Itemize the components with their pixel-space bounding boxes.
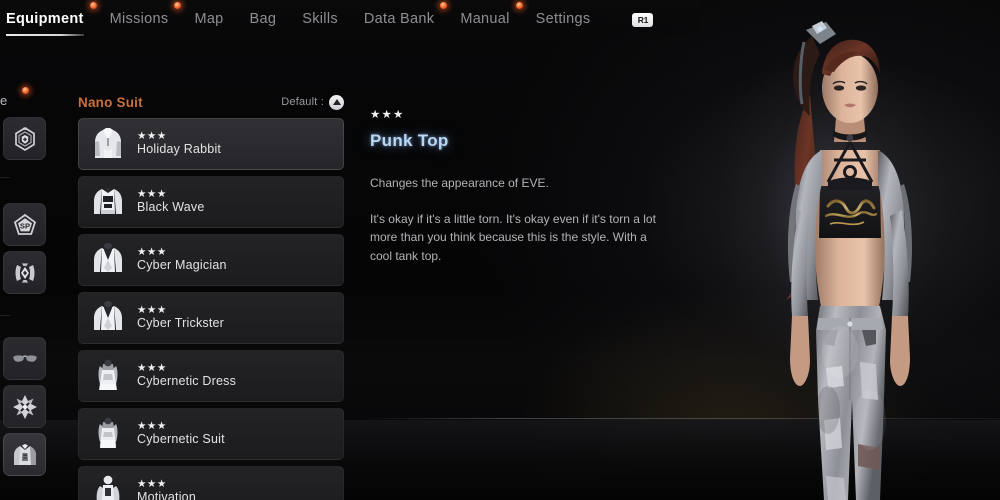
tab-missions-label: Missions: [109, 11, 169, 27]
list-item[interactable]: ★★★ Black Wave: [78, 176, 344, 228]
rail-item-nano-core[interactable]: [3, 117, 46, 160]
shoulder-button-r1[interactable]: R1: [632, 13, 654, 27]
character-model-eve: [786, 21, 912, 500]
suit-cybernetic-suit-icon: [89, 414, 127, 454]
tab-active-underline: [6, 34, 84, 36]
default-label: Default :: [281, 96, 324, 108]
rail-cut-label: e: [0, 87, 30, 108]
list-item[interactable]: ★★★ Cybernetic Dress: [78, 350, 344, 402]
list-item-body: ★★★ Cybernetic Dress: [137, 363, 236, 388]
tab-data-bank-badge: [440, 2, 448, 9]
detail-description: It's okay if it's a little torn. It's ok…: [370, 211, 656, 264]
rarity-stars: ★★★: [137, 130, 167, 143]
suit-motivation-icon: [89, 472, 127, 500]
list-item-name: Cybernetic Dress: [137, 373, 237, 388]
tab-manual-badge: [515, 2, 523, 9]
list-item-name: Holiday Rabbit: [137, 141, 222, 156]
list-item[interactable]: ★★★ Cyber Magician: [78, 234, 344, 286]
tab-manual-label: Manual: [460, 11, 510, 27]
list-header: Nano Suit Default :: [78, 92, 344, 112]
list-item-name: Cyber Trickster: [137, 315, 225, 330]
tab-manual[interactable]: Manual: [460, 2, 523, 29]
rail-item-exospine[interactable]: [3, 251, 46, 294]
rarity-stars: ★★★: [137, 478, 167, 491]
list-item[interactable]: ★★★ Cyber Trickster: [78, 292, 344, 344]
list-item-name: Motivation: [137, 489, 196, 500]
suit-cyber-trickster-icon: [89, 298, 127, 338]
equipment-screen: Equipment Missions Map Bag Skills Data B…: [0, 0, 1000, 500]
tab-settings[interactable]: Settings: [536, 11, 591, 29]
tab-map[interactable]: Map: [194, 11, 223, 29]
rail-divider-2: [0, 315, 10, 316]
list-item-body: ★★★ Cyber Magician: [137, 247, 227, 272]
category-rail: e SP: [0, 85, 56, 500]
list-title: Nano Suit: [78, 94, 143, 110]
list-item-name: Cyber Magician: [137, 257, 227, 272]
rail-item-nano-suit[interactable]: [3, 433, 46, 476]
list-item[interactable]: ★★★ Motivation: [78, 466, 344, 500]
rail-item-sp[interactable]: SP: [3, 203, 46, 246]
rail-item-glasses[interactable]: [3, 337, 46, 380]
nano-suit-icon: [13, 443, 36, 465]
detail-rarity-stars: ★★★: [370, 109, 405, 121]
list-item-body: ★★★ Cyber Trickster: [137, 305, 224, 330]
glasses-icon: [12, 354, 37, 362]
exospine-icon: [15, 262, 34, 283]
rail-cut-label-text: e: [0, 93, 8, 108]
triangle-button-icon[interactable]: [329, 94, 344, 110]
rarity-stars: ★★★: [137, 304, 167, 317]
list-item-name: Black Wave: [137, 199, 205, 214]
tab-missions-badge: [174, 2, 182, 9]
tab-skills[interactable]: Skills: [302, 11, 338, 29]
list-item-body: ★★★ Motivation: [137, 479, 196, 500]
rail-divider-1: [0, 177, 10, 178]
tab-bag-label: Bag: [249, 11, 277, 27]
rail-cut-label-badge: [22, 87, 30, 94]
tab-missions[interactable]: Missions: [109, 2, 182, 29]
detail-subtitle: Changes the appearance of EVE.: [370, 175, 549, 190]
list-item[interactable]: ★★★ Holiday Rabbit: [78, 118, 344, 170]
nano-suit-list-panel: Nano Suit Default : ★★★ Holiday Rabbit ★…: [78, 92, 344, 500]
rarity-stars: ★★★: [137, 188, 167, 201]
suit-cybernetic-dress-icon: [89, 356, 127, 396]
list-scroll-area[interactable]: ★★★ Holiday Rabbit ★★★ Black Wave ★★★ Cy…: [78, 118, 344, 500]
tab-equipment[interactable]: Equipment: [6, 2, 97, 36]
tab-settings-label: Settings: [535, 11, 591, 27]
sp-emblem-icon: SP: [13, 213, 36, 235]
tab-bag[interactable]: Bag: [250, 11, 277, 29]
list-item[interactable]: ★★★ Cybernetic Suit: [78, 408, 344, 460]
list-item-body: ★★★ Holiday Rabbit: [137, 131, 221, 156]
wing-emblem-icon: [12, 394, 37, 419]
character-preview: [700, 0, 1000, 500]
detail-item-title: Punk Top: [370, 130, 449, 150]
rarity-stars: ★★★: [137, 362, 167, 375]
suit-black-wave-icon: [89, 182, 127, 222]
rail-item-wing-emblem[interactable]: [3, 385, 46, 428]
list-item-body: ★★★ Black Wave: [137, 189, 205, 214]
list-item-name: Cybernetic Suit: [137, 431, 225, 446]
tab-equipment-label: Equipment: [6, 11, 84, 27]
tab-map-label: Map: [194, 11, 224, 27]
rarity-stars: ★★★: [137, 246, 167, 259]
top-navigation: Equipment Missions Map Bag Skills Data B…: [0, 0, 700, 40]
tab-data-bank-label: Data Bank: [363, 11, 435, 27]
suit-cyber-magician-icon: [89, 240, 127, 280]
list-item-body: ★★★ Cybernetic Suit: [137, 421, 225, 446]
default-control: Default :: [281, 94, 344, 110]
suit-holiday-rabbit-icon: [89, 124, 127, 164]
rarity-stars: ★★★: [137, 420, 167, 433]
tab-equipment-badge: [89, 2, 97, 9]
nano-core-icon: [14, 126, 35, 151]
tab-data-bank[interactable]: Data Bank: [363, 2, 448, 29]
svg-text:SP: SP: [19, 221, 29, 230]
item-detail-panel: ★★★ Punk Top Changes the appearance of E…: [370, 109, 680, 266]
tab-skills-label: Skills: [302, 11, 338, 27]
